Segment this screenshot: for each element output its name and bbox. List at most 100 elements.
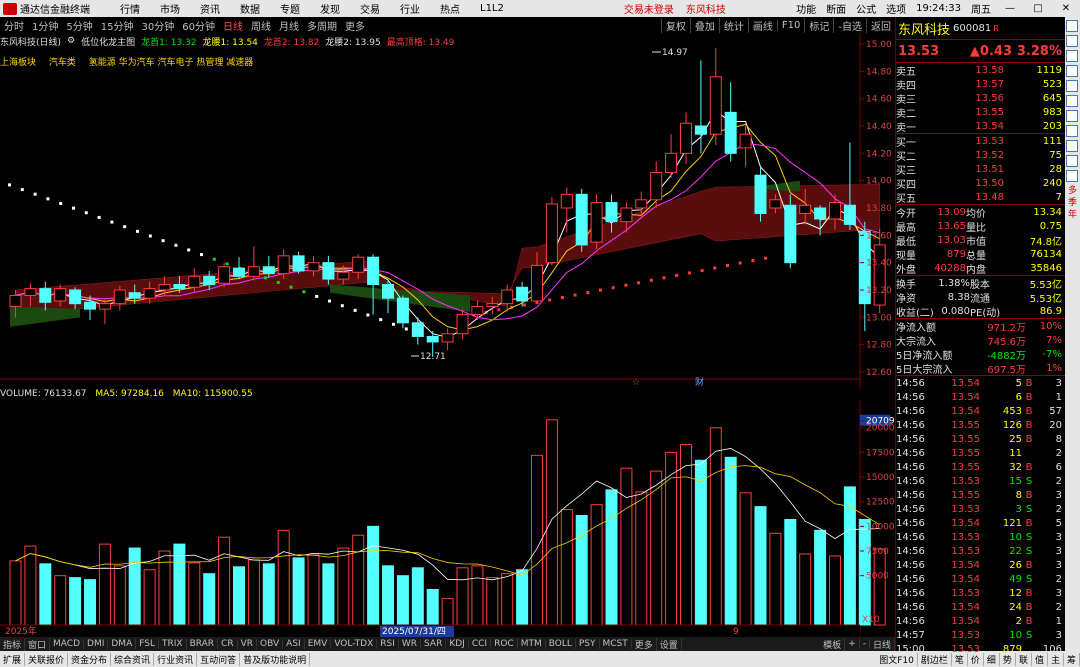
indicator-period[interactable]: 日线 [870,637,895,651]
indicator-tab-6[interactable]: TRIX [159,639,187,649]
tool-stats[interactable]: 统计 [718,18,748,33]
menu-item-industry[interactable]: 行业 [400,1,420,16]
volume-bar [396,575,409,626]
indicator-tab-17[interactable]: KDJ [446,639,469,649]
side-icon-7[interactable] [1066,125,1078,137]
indicator-template[interactable]: 模板 [820,637,846,651]
indicator-tab-5[interactable]: FSL [136,639,159,649]
period-tab-weekly[interactable]: 周线 [247,18,275,33]
tool-watchlist[interactable]: -自选 [833,18,866,33]
bottom-tab-2[interactable]: 资金分布 [68,652,112,666]
indicator-tab-15[interactable]: WR [399,639,422,649]
event-mark-star[interactable]: ☆ [632,378,640,388]
period-tab-multi[interactable]: 多周期 [303,18,341,33]
period-tab-30min[interactable]: 30分钟 [137,18,178,33]
menu-item-topic[interactable]: 专题 [280,1,300,16]
menu-item-news[interactable]: 资讯 [200,1,220,16]
indicator-tab-22[interactable]: PSY [576,639,600,649]
indicator-tab-7[interactable]: BRAR [187,639,219,649]
bottom-tab-3[interactable]: 综合资讯 [111,652,155,666]
tick-row-cell: 13.55 [951,419,980,431]
indicator-tab-11[interactable]: ASI [283,639,305,649]
side-icon-8[interactable] [1066,140,1078,152]
indicator-tab-25[interactable]: 设置 [657,637,682,651]
side-icon-12[interactable]: 季 [1065,197,1080,209]
bottom-tab-0[interactable]: 扩展 [0,652,26,666]
volume-chart[interactable]: 20709200001750015000125001000075005000X1… [0,400,895,637]
period-tab-monthly[interactable]: 月线 [275,18,303,33]
menu-section[interactable]: 断面 [826,1,846,16]
menu-formula[interactable]: 公式 [856,1,876,16]
side-icon-5[interactable] [1066,95,1078,107]
menu-item-discover[interactable]: 发现 [320,1,340,16]
period-tab-15min[interactable]: 15分钟 [97,18,138,33]
tool-draw[interactable]: 画线 [747,18,777,33]
side-icon-6[interactable] [1066,110,1078,122]
stock-name[interactable]: 东风科技 [898,19,950,38]
tool-overlay[interactable]: 叠加 [689,18,719,33]
indicator-tab-16[interactable]: SAR [421,639,447,649]
side-icon-0[interactable] [1066,20,1078,32]
indicator-tab-14[interactable]: RSI [377,639,399,649]
volume-bar [143,569,156,626]
indicator-plus[interactable]: + [845,639,860,649]
period-tab-5min[interactable]: 5分钟 [62,18,96,33]
indicator-tab-13[interactable]: VOL-TDX [331,639,378,649]
period-tab-timeshare[interactable]: 分时 [0,18,28,33]
menu-item-market[interactable]: 市场 [160,1,180,16]
close-icon[interactable]: ✕ [1057,3,1075,14]
period-tab-60min[interactable]: 60分钟 [178,18,219,33]
menu-item-trade[interactable]: 交易 [360,1,380,16]
tool-adjust[interactable]: 复权 [660,18,690,33]
indicator-tab-18[interactable]: CCI [469,639,492,649]
indicator-tab-19[interactable]: ROC [491,639,518,649]
indicator-tab-21[interactable]: BOLL [546,639,576,649]
side-icon-13[interactable]: 年 [1065,209,1080,221]
kline-chart[interactable]: 15.00 14.80 14.60 14.40 14.20 14.00 13.80 13.60… [0,34,895,389]
indicator-tab-24[interactable]: 更多 [632,637,657,651]
indicator-tab-20[interactable]: MTM [518,639,546,649]
menu-item-quote[interactable]: 行情 [120,1,140,16]
side-icon-2[interactable] [1066,50,1078,62]
side-icon-9[interactable] [1066,155,1078,167]
tool-back[interactable]: 返回 [866,18,895,33]
indicator-tab-23[interactable]: MCST [600,639,632,649]
indicator-tab-2[interactable]: MACD [50,639,85,649]
side-icon-4[interactable] [1066,80,1078,92]
indicator-tab-12[interactable]: EMV [305,639,332,649]
indicator-tab-8[interactable]: CR [218,639,238,649]
bottom-tab-5[interactable]: 互动问答 [197,652,241,666]
tick-list[interactable]: 14:56 13.54 5 B 3 14:56 13.54 6 B 1 14:56 13.54 453 B… [896,376,1065,656]
side-icon-10[interactable] [1066,170,1078,182]
period-tab-1min[interactable]: 1分钟 [28,18,62,33]
indicator-minus[interactable]: - [860,639,870,649]
menu-options[interactable]: 选项 [886,1,906,16]
maximize-icon[interactable]: □ [1029,3,1047,14]
bottom-tab-4[interactable]: 行业资讯 [154,652,198,666]
indicator-tab-4[interactable]: DMA [108,639,137,649]
side-icon-3[interactable] [1066,65,1078,77]
indicator-tab-9[interactable]: VR [238,639,258,649]
indicator-tab-0[interactable]: 指标 [0,637,26,651]
side-icon-1[interactable] [1066,35,1078,47]
indicator-tab-3[interactable]: DMI [84,639,109,649]
event-mark-finance[interactable]: 财 [695,376,704,388]
tool-f10[interactable]: F10 [776,20,804,31]
minimize-icon[interactable]: — [1001,3,1019,14]
period-tab-more[interactable]: 更多 [341,18,369,33]
login-status[interactable]: 交易未登录 [624,1,674,16]
tool-mark[interactable]: 标记 [804,18,833,33]
bottom-tab-1[interactable]: 关联报价 [25,652,69,666]
indicator-tab-1[interactable]: 窗口 [25,637,51,651]
period-tab-daily[interactable]: 日线 [219,18,247,33]
tick-row: 14:56 13.54 6 B 1 [896,390,1065,404]
menu-item-l1l2[interactable]: L1L2 [480,3,504,14]
bottom-tab-6[interactable]: 普及版功能说明 [240,652,311,666]
indicator-tab-10[interactable]: OBV [257,639,284,649]
menu-function[interactable]: 功能 [796,1,816,16]
menu-item-hot[interactable]: 热点 [440,1,460,16]
menu-item-data[interactable]: 数据 [240,1,260,16]
bottom-right-9[interactable]: 筹 [1064,652,1080,666]
side-icon-11[interactable]: 多 [1065,185,1080,197]
broker-name[interactable]: 东风科技 [686,1,726,16]
